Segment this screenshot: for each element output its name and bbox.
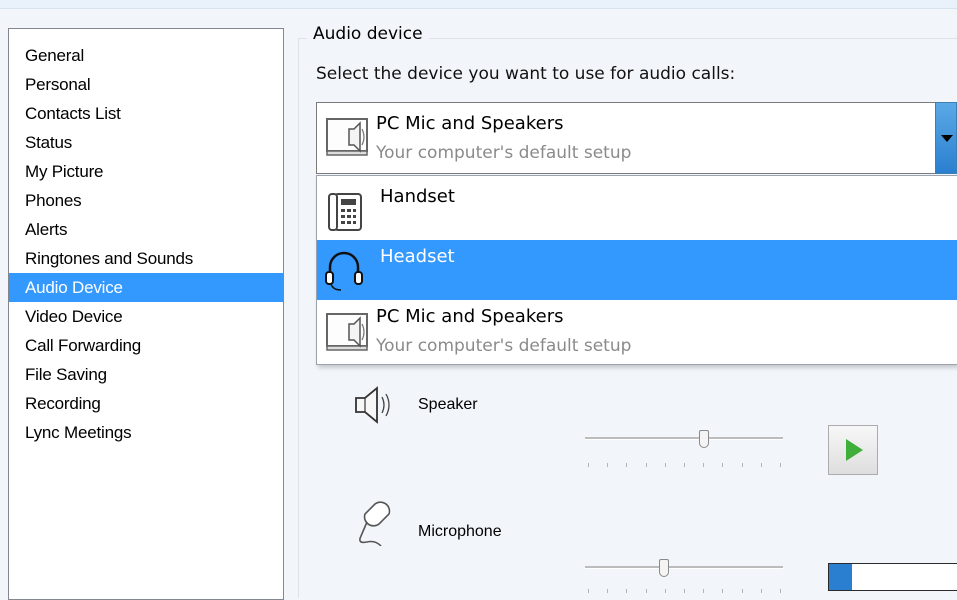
slider-tick <box>684 463 685 467</box>
slider-tick <box>741 589 743 593</box>
slider-tick <box>588 589 589 593</box>
instruction-text: Select the device you want to use for au… <box>316 64 736 84</box>
nav-item-general[interactable]: General <box>9 41 283 70</box>
slider-tick <box>607 463 609 467</box>
mic-slider-thumb[interactable] <box>659 559 670 577</box>
nav-item-personal[interactable]: Personal <box>9 70 283 99</box>
slider-tick <box>664 463 666 467</box>
slider-tick <box>703 589 705 593</box>
slider-tick <box>722 589 724 593</box>
slider-tick <box>684 589 685 593</box>
nav-item-recording[interactable]: Recording <box>9 389 283 418</box>
slider-tick <box>722 463 724 467</box>
option-handset[interactable]: Handset <box>317 178 957 240</box>
handset-icon <box>327 190 363 239</box>
slider-tick <box>645 589 647 593</box>
option-headset[interactable]: Headset <box>317 240 957 300</box>
chevron-down-icon <box>941 135 953 142</box>
slider-tick <box>607 589 609 593</box>
nav-item-audio-device[interactable]: Audio Device <box>9 273 283 302</box>
option-pc-mic-and-speakers[interactable]: PC Mic and Speakers Your computer's defa… <box>317 300 957 364</box>
speaker-slider-thumb[interactable] <box>698 430 709 448</box>
group-box-border-left <box>298 38 299 598</box>
nav-item-lync-meetings[interactable]: Lync Meetings <box>9 418 283 447</box>
slider-tick <box>588 463 589 467</box>
group-title: Audio device <box>307 24 429 44</box>
nav-item-my-picture[interactable]: My Picture <box>9 157 283 186</box>
pc-speaker-icon <box>325 310 371 361</box>
nav-item-contacts-list[interactable]: Contacts List <box>9 99 283 128</box>
combo-selected-label: PC Mic and Speakers <box>376 113 564 134</box>
play-test-button[interactable] <box>828 425 878 475</box>
slider-tick <box>760 463 762 467</box>
pc-speaker-icon <box>325 115 371 166</box>
slider-tick <box>664 589 666 593</box>
slider-tick <box>626 463 628 467</box>
option-pc-sub: Your computer's default setup <box>376 336 632 356</box>
nav-item-file-saving[interactable]: File Saving <box>9 360 283 389</box>
nav-item-ringtones-and-sounds[interactable]: Ringtones and Sounds <box>9 244 283 273</box>
slider-tick <box>741 463 743 467</box>
play-icon <box>846 439 863 461</box>
mic-slider-track <box>585 566 783 569</box>
microphone-level-meter <box>828 563 957 591</box>
audio-device-dropdown-list[interactable]: Handset Headset PC Mic and Speakers Your… <box>316 175 957 365</box>
slider-tick <box>645 463 647 467</box>
option-headset-label: Headset <box>380 246 455 267</box>
slider-tick <box>626 589 628 593</box>
speaker-label: Speaker <box>418 396 478 413</box>
headset-icon <box>323 246 365 297</box>
nav-item-status[interactable]: Status <box>9 128 283 157</box>
window-top-strip <box>0 0 957 9</box>
microphone-label: Microphone <box>418 523 502 540</box>
option-pc-label: PC Mic and Speakers <box>376 306 564 327</box>
combo-dropdown-button[interactable] <box>935 102 957 174</box>
option-handset-label: Handset <box>380 186 455 207</box>
speaker-icon <box>353 385 401 430</box>
slider-tick <box>780 463 781 467</box>
microphone-level-fill <box>829 564 852 590</box>
nav-item-call-forwarding[interactable]: Call Forwarding <box>9 331 283 360</box>
slider-tick <box>780 589 781 593</box>
combo-selected-sub: Your computer's default setup <box>376 143 632 163</box>
speaker-slider-track <box>585 437 783 440</box>
options-nav-list[interactable]: General Personal Contacts List Status My… <box>8 28 284 600</box>
nav-item-video-device[interactable]: Video Device <box>9 302 283 331</box>
slider-tick <box>760 589 762 593</box>
slider-tick <box>703 463 705 467</box>
microphone-icon <box>355 500 399 551</box>
nav-item-alerts[interactable]: Alerts <box>9 215 283 244</box>
audio-device-combobox[interactable]: PC Mic and Speakers Your computer's defa… <box>316 102 957 174</box>
nav-item-phones[interactable]: Phones <box>9 186 283 215</box>
